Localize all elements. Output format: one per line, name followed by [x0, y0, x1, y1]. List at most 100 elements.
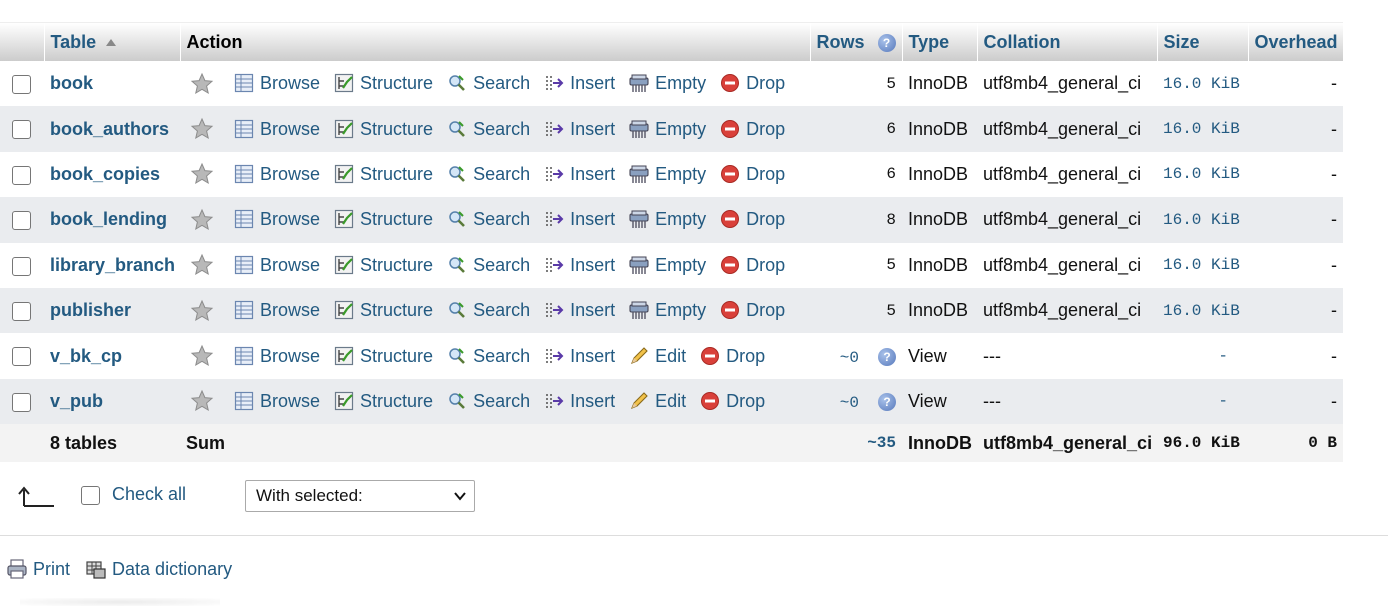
browse-link[interactable]: Browse	[234, 391, 320, 412]
drop-link[interactable]: Drop	[720, 119, 785, 140]
help-icon[interactable]: ?	[877, 33, 896, 52]
structure-link[interactable]: Structure	[334, 164, 433, 185]
structure-link[interactable]: Structure	[334, 391, 433, 412]
drop-link[interactable]: Drop	[720, 164, 785, 185]
row-checkbox[interactable]	[12, 120, 31, 140]
row-checkbox[interactable]	[12, 211, 31, 231]
favorite-star-icon[interactable]	[190, 344, 214, 368]
row-checkbox[interactable]	[12, 165, 31, 185]
drop-link[interactable]: Drop	[700, 391, 765, 412]
empty-link[interactable]: Empty	[629, 119, 706, 140]
help-icon[interactable]: ?	[878, 347, 896, 366]
help-icon[interactable]: ?	[878, 393, 896, 412]
insert-icon	[546, 166, 564, 181]
table-name-link[interactable]: v_pub	[50, 391, 103, 411]
search-link[interactable]: Search	[447, 73, 530, 94]
browse-link[interactable]: Browse	[234, 300, 320, 321]
insert-link[interactable]: Insert	[544, 391, 615, 412]
table-name-link[interactable]: v_bk_cp	[50, 346, 122, 366]
row-checkbox[interactable]	[12, 347, 31, 367]
size-value[interactable]: 16.0 KiB	[1157, 288, 1248, 333]
favorite-star-icon[interactable]	[190, 208, 214, 232]
drop-link[interactable]: Drop	[700, 346, 765, 367]
header-size[interactable]: Size	[1157, 23, 1249, 61]
browse-link[interactable]: Browse	[234, 255, 320, 276]
header-table[interactable]: Table	[44, 23, 181, 61]
overhead-value: -	[1331, 390, 1337, 411]
insert-link[interactable]: Insert	[544, 255, 615, 276]
with-selected-dropdown[interactable]: With selected:	[245, 480, 475, 512]
edit-link[interactable]: Edit	[629, 391, 686, 412]
table-name-link[interactable]: book_copies	[50, 164, 160, 184]
drop-link[interactable]: Drop	[720, 209, 785, 230]
table-name-link[interactable]: book_authors	[50, 119, 169, 139]
favorite-star-icon[interactable]	[190, 389, 214, 413]
empty-link[interactable]: Empty	[629, 255, 706, 276]
print-link[interactable]: Print	[6, 559, 75, 579]
size-value[interactable]: 16.0 KiB	[1157, 197, 1248, 242]
favorite-star-icon[interactable]	[190, 253, 214, 277]
structure-link[interactable]: Structure	[334, 73, 433, 94]
search-icon	[449, 211, 465, 228]
insert-link[interactable]: Insert	[544, 164, 615, 185]
empty-link[interactable]: Empty	[629, 164, 706, 185]
drop-link[interactable]: Drop	[720, 255, 785, 276]
row-checkbox[interactable]	[12, 256, 31, 276]
search-link[interactable]: Search	[447, 119, 530, 140]
structure-link[interactable]: Structure	[334, 346, 433, 367]
insert-link[interactable]: Insert	[544, 73, 615, 94]
size-value[interactable]: 16.0 KiB	[1157, 243, 1248, 288]
empty-link[interactable]: Empty	[629, 73, 706, 94]
size-value[interactable]: 16.0 KiB	[1157, 152, 1248, 197]
check-all-checkbox[interactable]	[81, 486, 100, 505]
search-link[interactable]: Search	[447, 255, 530, 276]
table-name-link[interactable]: library_branch	[50, 255, 175, 275]
table-name-link[interactable]: publisher	[50, 300, 131, 320]
browse-link[interactable]: Browse	[234, 209, 320, 230]
header-collation[interactable]: Collation	[977, 23, 1158, 61]
header-overhead[interactable]: Overhead	[1248, 23, 1344, 61]
search-link[interactable]: Search	[447, 209, 530, 230]
insert-link[interactable]: Insert	[544, 209, 615, 230]
favorite-star-icon[interactable]	[190, 162, 214, 186]
empty-link[interactable]: Empty	[629, 209, 706, 230]
table-name-link[interactable]: book_lending	[50, 209, 167, 229]
insert-link[interactable]: Insert	[544, 346, 615, 367]
row-checkbox[interactable]	[12, 301, 31, 321]
favorite-star-icon[interactable]	[190, 299, 214, 323]
insert-label: Insert	[570, 390, 616, 411]
favorite-star-icon[interactable]	[190, 117, 214, 141]
browse-link[interactable]: Browse	[234, 73, 320, 94]
drop-link[interactable]: Drop	[720, 300, 785, 321]
browse-link[interactable]: Browse	[234, 119, 320, 140]
size-value[interactable]: -	[1157, 333, 1248, 378]
size-value[interactable]: -	[1157, 379, 1248, 424]
edit-link[interactable]: Edit	[629, 346, 686, 367]
structure-link[interactable]: Structure	[334, 300, 433, 321]
row-checkbox[interactable]	[12, 392, 31, 412]
empty-link[interactable]: Empty	[629, 300, 706, 321]
search-link[interactable]: Search	[447, 164, 530, 185]
table-name-link[interactable]: book	[50, 73, 93, 93]
favorite-star-icon[interactable]	[190, 72, 214, 96]
size-value[interactable]: 16.0 KiB	[1157, 106, 1248, 151]
size-value[interactable]: 16.0 KiB	[1157, 61, 1248, 106]
header-rows-label[interactable]: Rows	[817, 32, 865, 52]
header-type[interactable]: Type	[902, 23, 978, 61]
insert-link[interactable]: Insert	[544, 300, 615, 321]
search-link[interactable]: Search	[447, 391, 530, 412]
structure-link[interactable]: Structure	[334, 119, 433, 140]
data-dictionary-link[interactable]: Data dictionary	[85, 559, 232, 579]
insert-link[interactable]: Insert	[544, 119, 615, 140]
header-rows[interactable]: Rows ?	[810, 23, 903, 61]
search-link[interactable]: Search	[447, 300, 530, 321]
browse-link[interactable]: Browse	[234, 164, 320, 185]
structure-link[interactable]: Structure	[334, 255, 433, 276]
row-checkbox[interactable]	[12, 74, 31, 94]
search-link[interactable]: Search	[447, 346, 530, 367]
browse-link[interactable]: Browse	[234, 346, 320, 367]
header-table-link[interactable]: Table	[51, 32, 97, 52]
structure-link[interactable]: Structure	[334, 209, 433, 230]
drop-link[interactable]: Drop	[720, 73, 785, 94]
check-all-label[interactable]: Check all	[112, 484, 186, 505]
